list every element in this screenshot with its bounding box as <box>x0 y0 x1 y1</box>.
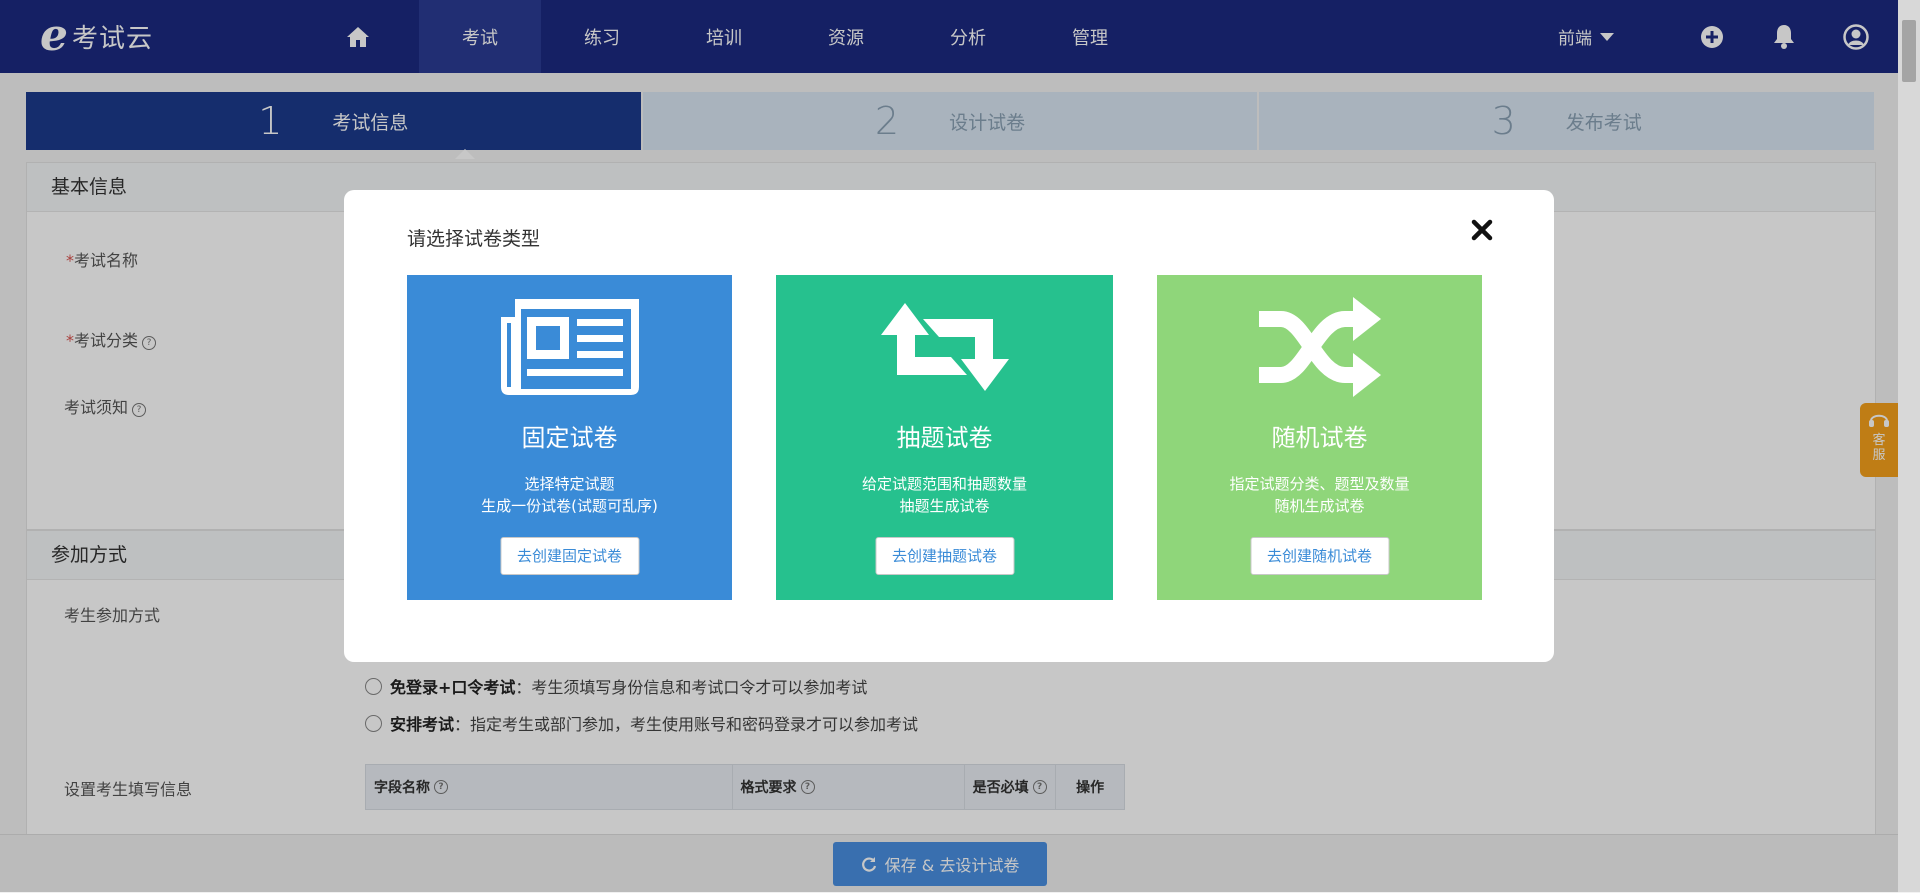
fixed-paper-card[interactable]: 固定试卷 选择特定试题 生成一份试卷(试题可乱序) 去创建固定试卷 <box>407 275 732 600</box>
close-icon <box>1471 219 1493 241</box>
scrollbar-thumb[interactable] <box>1902 20 1916 82</box>
create-fixed-paper-button[interactable]: 去创建固定试卷 <box>499 537 640 575</box>
card-description: 指定试题分类、题型及数量 随机生成试卷 <box>1229 475 1410 515</box>
draw-paper-card[interactable]: 抽题试卷 给定试题范围和抽题数量 抽题生成试卷 去创建抽题试卷 <box>776 275 1113 600</box>
create-draw-paper-button[interactable]: 去创建抽题试卷 <box>874 537 1015 575</box>
newspaper-icon <box>497 295 643 403</box>
create-random-paper-button[interactable]: 去创建随机试卷 <box>1249 537 1390 575</box>
shuffle-icon <box>1255 291 1385 407</box>
modal-title: 请选择试卷类型 <box>407 228 541 250</box>
card-title: 固定试卷 <box>521 424 618 452</box>
card-description: 给定试题范围和抽题数量 抽题生成试卷 <box>861 475 1027 515</box>
retweet-icon <box>875 295 1015 403</box>
paper-type-modal: 请选择试卷类型 固定试卷 选择特定试题 生成一份试卷(试题可乱序) 去创建固定试… <box>344 190 1554 662</box>
page-scrollbar[interactable] <box>1898 0 1920 892</box>
card-title: 随机试卷 <box>1271 424 1368 452</box>
card-description: 选择特定试题 生成一份试卷(试题可乱序) <box>481 475 658 515</box>
close-button[interactable] <box>1468 216 1496 244</box>
card-title: 抽题试卷 <box>896 424 993 452</box>
random-paper-card[interactable]: 随机试卷 指定试题分类、题型及数量 随机生成试卷 去创建随机试卷 <box>1157 275 1482 600</box>
